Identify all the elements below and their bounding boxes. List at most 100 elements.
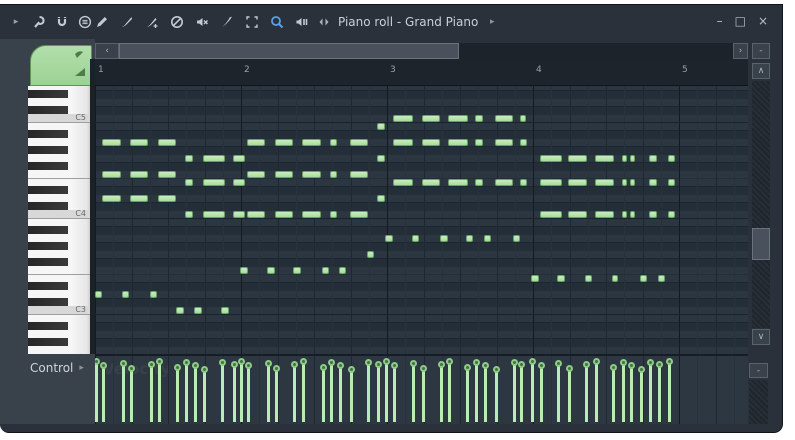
velocity-knob[interactable]	[245, 362, 252, 369]
velocity-bar[interactable]	[240, 361, 243, 422]
midi-note[interactable]	[622, 179, 627, 186]
velocity-bar[interactable]	[302, 361, 305, 422]
v-scrollbar-thumb[interactable]	[752, 228, 770, 260]
midi-note[interactable]	[350, 211, 368, 218]
midi-note[interactable]	[233, 211, 245, 218]
velocity-bar[interactable]	[466, 367, 469, 422]
velocity-knob[interactable]	[320, 364, 327, 371]
midi-note[interactable]	[330, 171, 337, 178]
midi-note[interactable]	[540, 155, 562, 162]
piano-keyboard[interactable]: C5C4C3	[28, 86, 90, 354]
midi-note[interactable]	[275, 171, 293, 178]
midi-note[interactable]	[275, 139, 293, 146]
velocity-knob[interactable]	[518, 361, 525, 368]
midi-note[interactable]	[158, 171, 176, 178]
velocity-bar[interactable]	[585, 364, 588, 422]
velocity-bar[interactable]	[150, 364, 153, 422]
midi-note[interactable]	[102, 139, 121, 146]
velocity-knob[interactable]	[446, 358, 453, 365]
velocity-knob[interactable]	[265, 360, 272, 367]
midi-note[interactable]	[448, 139, 468, 146]
velocity-knob[interactable]	[183, 359, 190, 366]
velocity-knob[interactable]	[328, 359, 335, 366]
midi-note[interactable]	[350, 171, 368, 178]
midi-note[interactable]	[422, 115, 440, 122]
midi-note[interactable]	[330, 211, 337, 218]
midi-note[interactable]	[185, 155, 193, 162]
velocity-bar[interactable]	[484, 365, 487, 422]
midi-note[interactable]	[440, 235, 448, 242]
velocity-knob[interactable]	[348, 366, 355, 373]
velocity-bar[interactable]	[322, 367, 325, 422]
velocity-knob[interactable]	[593, 358, 600, 365]
midi-note[interactable]	[630, 155, 635, 162]
black-key[interactable]	[28, 298, 68, 306]
velocity-knob[interactable]	[391, 362, 398, 369]
draw-pencil-icon[interactable]	[94, 14, 110, 30]
note-grid[interactable]	[95, 86, 748, 354]
velocity-bar[interactable]	[658, 364, 661, 422]
velocity-knob[interactable]	[610, 364, 617, 371]
timeline-ruler[interactable]: 12345	[95, 59, 748, 86]
midi-note[interactable]	[557, 275, 565, 282]
velocity-bar[interactable]	[102, 365, 105, 422]
h-scroll-left-button[interactable]: ‹	[95, 43, 119, 59]
midi-note[interactable]	[520, 179, 527, 186]
midi-note[interactable]	[185, 211, 193, 218]
midi-note[interactable]	[612, 275, 618, 282]
velocity-knob[interactable]	[583, 361, 590, 368]
midi-note[interactable]	[658, 275, 665, 282]
v-scrollbar-track[interactable]	[752, 81, 770, 328]
velocity-knob[interactable]	[192, 362, 199, 369]
midi-note[interactable]	[302, 171, 321, 178]
velocity-knob[interactable]	[638, 366, 645, 373]
midi-note[interactable]	[475, 115, 483, 122]
velocity-bar[interactable]	[422, 368, 425, 422]
velocity-knob[interactable]	[337, 362, 344, 369]
delete-icon[interactable]	[169, 14, 185, 30]
black-key[interactable]	[28, 130, 68, 138]
snap-magnet-icon[interactable]	[54, 14, 70, 30]
midi-note[interactable]	[495, 115, 513, 122]
velocity-knob[interactable]	[555, 360, 562, 367]
black-key[interactable]	[28, 106, 68, 114]
midi-note[interactable]	[568, 211, 587, 218]
velocity-bar[interactable]	[649, 362, 652, 422]
midi-note[interactable]	[203, 155, 225, 162]
velocity-bar[interactable]	[185, 362, 188, 422]
tools-wrench-icon[interactable]	[31, 14, 47, 30]
midi-note[interactable]	[622, 155, 627, 162]
midi-note[interactable]	[221, 307, 229, 314]
midi-note[interactable]	[475, 139, 483, 146]
velocity-bar[interactable]	[247, 365, 250, 422]
black-key[interactable]	[28, 282, 68, 290]
midi-note[interactable]	[422, 179, 440, 186]
midi-note[interactable]	[585, 275, 592, 282]
midi-note[interactable]	[513, 235, 520, 242]
velocity-bar[interactable]	[475, 362, 478, 422]
velocity-knob[interactable]	[628, 362, 635, 369]
velocity-lane[interactable]: Velocity	[95, 356, 748, 424]
midi-note[interactable]	[330, 139, 337, 146]
velocity-knob[interactable]	[238, 358, 245, 365]
c-key-label-row[interactable]: C5	[28, 114, 90, 122]
zoom-icon[interactable]	[269, 14, 285, 30]
midi-note[interactable]	[475, 179, 483, 186]
velocity-knob[interactable]	[120, 360, 127, 367]
black-key[interactable]	[28, 162, 68, 170]
velocity-knob[interactable]	[666, 358, 673, 365]
midi-note[interactable]	[95, 291, 102, 298]
velocity-knob[interactable]	[148, 361, 155, 368]
velocity-bar[interactable]	[513, 362, 516, 422]
midi-note[interactable]	[176, 307, 184, 314]
midi-note[interactable]	[130, 171, 148, 178]
velocity-bar[interactable]	[330, 362, 333, 422]
h-scroll-right-button[interactable]: ›	[733, 43, 748, 59]
velocity-bar[interactable]	[221, 362, 224, 422]
midi-note[interactable]	[233, 155, 245, 162]
midi-note[interactable]	[267, 267, 275, 274]
velocity-knob[interactable]	[300, 358, 307, 365]
midi-note[interactable]	[568, 179, 587, 186]
midi-note[interactable]	[102, 195, 121, 202]
midi-note[interactable]	[495, 179, 513, 186]
